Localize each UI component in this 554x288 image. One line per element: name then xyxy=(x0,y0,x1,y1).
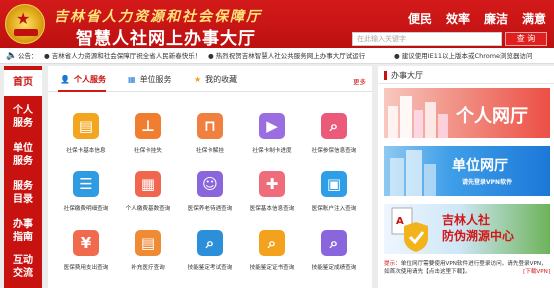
medical-icon: ✚ xyxy=(259,171,285,197)
document-icon: ▤ xyxy=(135,230,161,256)
star-icon: ★ xyxy=(194,75,202,84)
ministry-title: 吉林省人力资源和社会保障厅 xyxy=(54,9,262,25)
personal-hall-banner[interactable]: 个人网厅 xyxy=(384,88,550,138)
more-link[interactable]: 更多 xyxy=(353,76,366,86)
calculator-icon: ▦ xyxy=(135,171,161,197)
exam-icon: ⌕ xyxy=(197,230,223,256)
office-buildings-icon xyxy=(390,150,436,196)
services-panel: 👤 个人服务 ▦ 单位服务 ★ 我的收藏 更多 ▤ 社保卡基本信息 ⊥ 社保卡挂失 ⊓ 社保… xyxy=(48,66,372,288)
tab-bar: 👤 个人服务 ▦ 单位服务 ★ 我的收藏 更多 xyxy=(48,66,372,92)
sidebar-item-guide[interactable]: 办事 指南 xyxy=(4,218,42,244)
service-hall-header: 办事大厅 xyxy=(378,66,554,84)
sidebar-item-interact[interactable]: 互动 交流 xyxy=(4,254,42,280)
score-icon: ⌕ xyxy=(321,230,347,256)
stamp-icon: ⊥ xyxy=(135,113,161,139)
shield-check-icon: A xyxy=(391,207,428,252)
person-card-icon: ☺ xyxy=(197,171,223,197)
list-icon: ☰ xyxy=(73,171,99,197)
tab-my-favorites[interactable]: ★ 我的收藏 xyxy=(194,74,237,85)
account-icon: ▣ xyxy=(321,171,347,197)
nav-manyi[interactable]: 满意 xyxy=(522,10,546,26)
building-icon: ▦ xyxy=(128,75,136,84)
service-tile[interactable]: ▶ 社保卡制卡进度 xyxy=(244,113,300,159)
person-icon: 👤 xyxy=(60,75,70,84)
vpn-hint: 请先登录VPN软件 xyxy=(462,179,513,186)
nav-xiaolv[interactable]: 效率 xyxy=(446,10,470,26)
service-tile[interactable]: ▦ 个人缴费基数查询 xyxy=(120,171,176,217)
announcement-item[interactable]: ● 热烈祝贺吉林智慧人社公共服务网上办事大厅试运行 xyxy=(208,48,365,63)
service-tile[interactable]: ✚ 医保基本信息查询 xyxy=(244,171,300,217)
hall-title: 智慧人社网上办事大厅 xyxy=(76,29,256,49)
announcement-bar: 🔈 公告： ● 吉林省人力资源和社会保障厅祝全省人民新春快乐！ ● 热烈祝贺吉林… xyxy=(0,48,554,64)
anti-counterfeit-banner[interactable]: A 吉林人社 防伪溯源中心 xyxy=(384,204,550,254)
certificate-icon: ⌕ xyxy=(259,230,285,256)
announcement-item[interactable]: ● 建议使用IE11以上版本或Chrome浏览器访问 xyxy=(394,48,533,63)
service-tile[interactable]: ⌕ 技能鉴定考试查询 xyxy=(182,230,238,276)
service-tile[interactable]: ▤ 社保卡基本信息 xyxy=(58,113,114,159)
sidebar-item-catalog[interactable]: 服务 目录 xyxy=(4,180,42,206)
speaker-icon: 🔈 xyxy=(6,51,18,61)
section-marker xyxy=(384,71,387,80)
nav-bianmin[interactable]: 便民 xyxy=(408,10,432,26)
unlock-icon: ⊓ xyxy=(197,113,223,139)
sidebar-item-personal[interactable]: 个人 服务 xyxy=(4,104,42,130)
national-emblem-icon: ★ xyxy=(5,4,45,44)
service-tile[interactable]: ▤ 补充医疗查询 xyxy=(120,230,176,276)
progress-icon: ▶ xyxy=(259,113,285,139)
sidebar-item-unit[interactable]: 单位 服务 xyxy=(4,142,42,168)
id-card-icon: ▤ xyxy=(73,113,99,139)
service-tile[interactable]: ☰ 社保缴费明细查询 xyxy=(58,171,114,217)
sidebar-item-home[interactable]: 首页 xyxy=(4,70,42,96)
sidebar: 首页 个人 服务 单位 服务 服务 目录 办事 指南 互动 交流 xyxy=(4,66,42,288)
unit-hall-label: 单位网厅 xyxy=(452,158,508,174)
receipt-icon: ¥ xyxy=(73,230,99,256)
download-vpn-link[interactable]: [下载VPN] xyxy=(523,268,550,276)
tab-unit-services[interactable]: ▦ 单位服务 xyxy=(128,74,172,85)
service-hall-title: 办事大厅 xyxy=(391,71,423,80)
service-tile[interactable]: ⊥ 社保卡挂失 xyxy=(120,113,176,159)
service-tile[interactable]: ⌕ 技能鉴定成绩查询 xyxy=(306,230,362,276)
search-input[interactable]: 在此输入关键字 xyxy=(352,32,502,46)
service-tile[interactable]: ¥ 医保费用支出查询 xyxy=(58,230,114,276)
unit-hall-banner[interactable]: 单位网厅 请先登录VPN软件 xyxy=(384,146,550,196)
search-button[interactable]: 查 询 xyxy=(505,32,547,46)
service-tile[interactable]: ⌕ 社保参保信息查询 xyxy=(306,113,362,159)
service-hall-panel: 办事大厅 个人网厅 单位网厅 请先登录VPN软件 A 吉林人社 防伪溯源中心 提… xyxy=(378,66,554,288)
service-tile[interactable]: ▣ 医保账户注入查询 xyxy=(306,171,362,217)
announcement-label: 公告： xyxy=(18,52,38,60)
tab-personal-services[interactable]: 👤 个人服务 xyxy=(60,74,106,85)
anti-counterfeit-label: 吉林人社 防伪溯源中心 xyxy=(442,213,515,243)
svg-text:A: A xyxy=(396,216,404,227)
service-tile[interactable]: ☺ 医保养老待遇查询 xyxy=(182,171,238,217)
announcement-item[interactable]: ● 吉林省人力资源和社会保障厅祝全省人民新春快乐！ xyxy=(44,48,201,63)
service-tile[interactable]: ⊓ 社保卡解挂 xyxy=(182,113,238,159)
personal-hall-label: 个人网厅 xyxy=(456,106,528,127)
nav-lianjie[interactable]: 廉洁 xyxy=(484,10,508,26)
active-tab-indicator xyxy=(58,90,106,92)
service-tile[interactable]: ⌕ 技能鉴定证书查询 xyxy=(244,230,300,276)
header: ★ 吉林省人力资源和社会保障厅 智慧人社网上办事大厅 便民 效率 廉洁 满意 在… xyxy=(0,0,554,49)
city-skyline-icon xyxy=(388,96,448,138)
vpn-tip: 提示：单位网厅需要使用VPN软件进行登录访问，请先登录VPN，如首次使用请先【点… xyxy=(384,261,550,276)
search-doc-icon: ⌕ xyxy=(321,113,347,139)
